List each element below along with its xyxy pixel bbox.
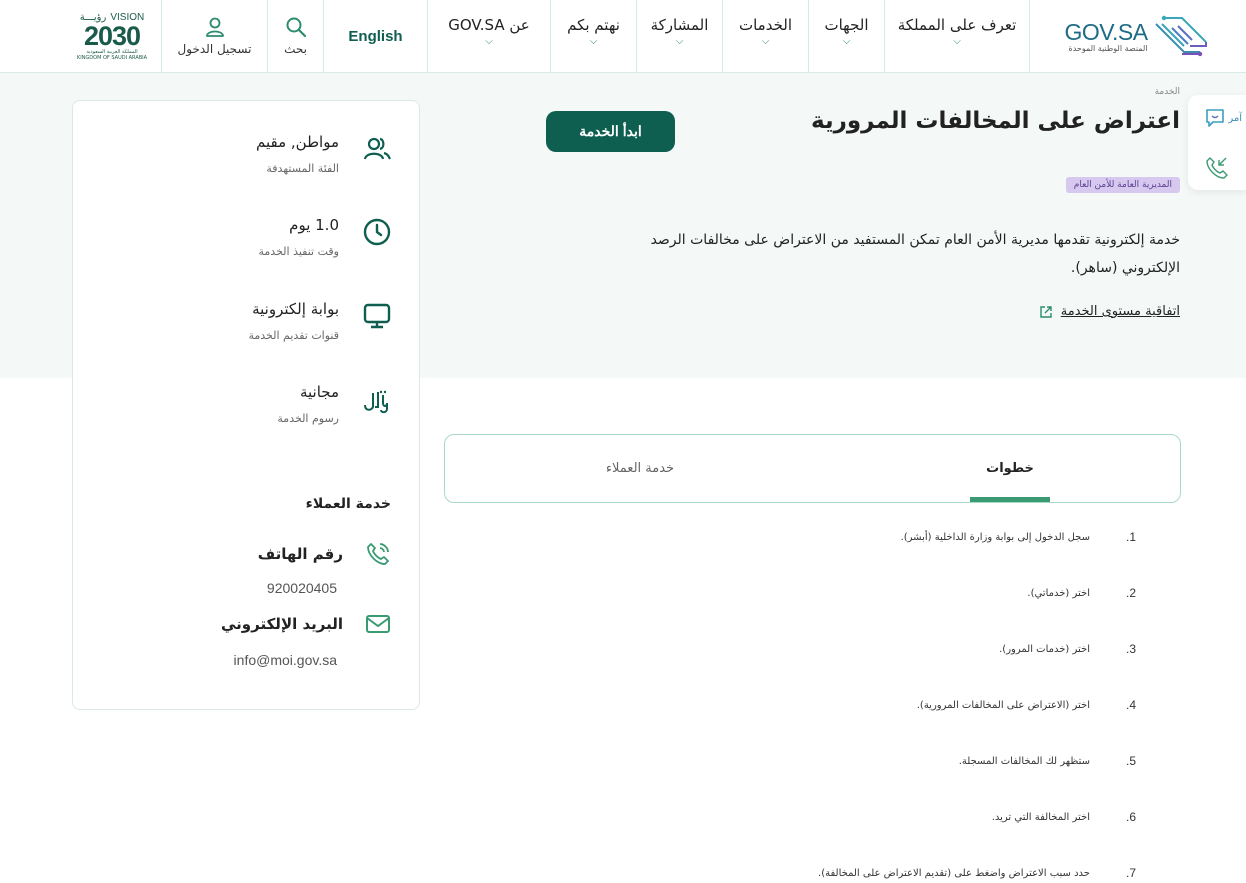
agency-badge[interactable]: المديرية العامة للأمن العام [1065,177,1180,193]
info-value: مواطن, مقيم [256,133,339,151]
nav-we-care[interactable]: نهتم بكم ⌵ [550,0,636,72]
tab-steps[interactable]: خطوات [970,435,1050,502]
step-number: 6. [1125,810,1136,824]
nav-entities[interactable]: الجهات ⌵ [808,0,884,72]
step-number: 2. [1125,586,1136,600]
step-item: 5. ستظهر لك المخالفات المسجلة. [959,754,1136,768]
service-tabs: خطوات خدمة العملاء [444,434,1181,503]
search-icon [286,17,306,38]
step-item: 6. اختر المخالفة التي تريد. [992,810,1136,824]
info-value: 1.0 يوم [289,216,339,234]
service-description: خدمة إلكترونية تقدمها مديرية الأمن العام… [650,232,1180,276]
users-icon [361,133,393,165]
step-number: 1. [1125,530,1136,544]
chevron-down-icon: ⌵ [589,36,598,47]
info-label: قنوات تقديم الخدمة [248,329,339,342]
vision-2030-logo: VISION رؤيـــة 2030 المملكة العربية السع… [62,0,162,72]
mail-icon [366,615,390,633]
user-icon [205,17,224,37]
page-title: اعتراض على المخالفات المرورية [811,108,1180,134]
phone-label: رقم الهاتف [257,545,343,563]
tab-customer-service[interactable]: خدمة العملاء [585,435,695,502]
phone-icon [367,543,389,565]
customer-service-heading: خدمة العملاء [305,496,391,512]
info-value: بوابة إلكترونية [252,300,339,318]
site-header: GOV.SA المنصة الوطنية الموحدة تعرف على ا… [0,0,1246,73]
step-number: 3. [1125,642,1136,656]
chevron-down-icon: ⌵ [842,36,851,47]
email-row: البريد الإلكتروني [221,613,391,635]
step-number: 7. [1125,866,1136,880]
login-label: تسجيل الدخول [177,42,252,56]
info-execution-time: 1.0 يوم وقت تنفيذ الخدمة [93,214,393,258]
monitor-icon [361,300,393,332]
info-target-audience: مواطن, مقيم الفئة المستهدفة [93,131,393,175]
email-label: البريد الإلكتروني [221,615,343,633]
breadcrumb[interactable]: الخدمة [1155,87,1180,97]
nav-label: الجهات [824,16,869,34]
step-number: 4. [1125,698,1136,712]
govsa-logo[interactable]: GOV.SA المنصة الوطنية الموحدة [1029,0,1246,72]
start-service-button[interactable]: ابدأ الخدمة [546,111,675,152]
step-text: اختر (خدماتي). [1027,587,1090,599]
nav-label: المشاركة [650,16,709,34]
step-text: اختر (خدمات المرور). [999,643,1090,655]
step-item: 1. سجل الدخول إلى بوابة وزارة الداخلية (… [901,530,1136,544]
step-text: اختر (الاعتراض على المخالفات المرورية). [916,699,1090,711]
logo-text: GOV.SA [1064,18,1148,45]
step-number: 5. [1125,754,1136,768]
info-label: الفئة المستهدفة [266,162,339,175]
callback-phone-icon[interactable] [1204,155,1230,181]
phone-number[interactable]: 920020405 [267,580,337,596]
language-switch[interactable]: English [323,0,427,72]
nav-label: تعرف على المملكة [897,16,1017,34]
language-label: English [348,27,403,45]
amr-chat-button[interactable]: آمر [1204,107,1242,129]
floating-support-widget: آمر [1188,95,1246,190]
info-channels: بوابة إلكترونية قنوات تقديم الخدمة [93,298,393,342]
nav-services[interactable]: الخدمات ⌵ [722,0,808,72]
step-item: 7. حدد سبب الاعتراض واضغط على (تقديم الا… [818,866,1136,880]
nav-participation[interactable]: المشاركة ⌵ [636,0,722,72]
info-label: وقت تنفيذ الخدمة [258,245,339,258]
chat-bubble-icon [1206,109,1225,127]
info-label: رسوم الخدمة [277,412,339,425]
step-text: ستظهر لك المخالفات المسجلة. [958,755,1090,767]
nav-label: الخدمات [738,16,793,34]
external-link-icon [1040,305,1052,318]
nav-label: عن GOV.SA [448,16,530,34]
email-address[interactable]: info@moi.gov.sa [234,652,337,668]
service-info-card: مواطن, مقيم الفئة المستهدفة 1.0 يوم وقت … [72,100,420,710]
govsa-logo-icon [1154,15,1207,57]
nav-label: نهتم بكم [567,16,620,34]
chevron-down-icon: ⌵ [761,36,770,47]
search-label: بحث [284,42,307,56]
step-text: اختر المخالفة التي تريد. [991,811,1090,823]
search-button[interactable]: بحث [267,0,323,72]
step-item: 4. اختر (الاعتراض على المخالفات المرورية… [917,698,1136,712]
vision-number: 2030 [83,20,141,51]
chevron-down-icon: ⌵ [953,36,961,47]
logo-subtitle: المنصة الوطنية الموحدة [1068,43,1148,53]
chevron-down-icon: ⌵ [485,36,493,47]
step-text: سجل الدخول إلى بوابة وزارة الداخلية (أبش… [900,531,1090,543]
info-fees: مجانية رسوم الخدمة [93,381,393,425]
sla-link[interactable]: اتفاقية مستوى الخدمة [1039,304,1180,319]
step-item: 2. اختر (خدماتي). [1027,586,1136,600]
login-button[interactable]: تسجيل الدخول [161,0,267,72]
vision-sub-en: KINGDOM OF SAUDI ARABIA [76,54,148,61]
sla-link-label: اتفاقية مستوى الخدمة [1060,304,1180,319]
nav-about-kingdom[interactable]: تعرف على المملكة ⌵ [884,0,1029,72]
chevron-down-icon: ⌵ [675,36,684,47]
nav-about-govsa[interactable]: عن GOV.SA ⌵ [427,0,550,72]
info-value: مجانية [299,383,339,401]
step-text: حدد سبب الاعتراض واضغط على (تقديم الاعتر… [818,867,1090,879]
phone-row: رقم الهاتف [258,541,391,567]
clock-icon [361,216,393,248]
step-item: 3. اختر (خدمات المرور). [999,642,1136,656]
riyal-icon [361,383,393,415]
amr-label: آمر [1228,112,1242,124]
